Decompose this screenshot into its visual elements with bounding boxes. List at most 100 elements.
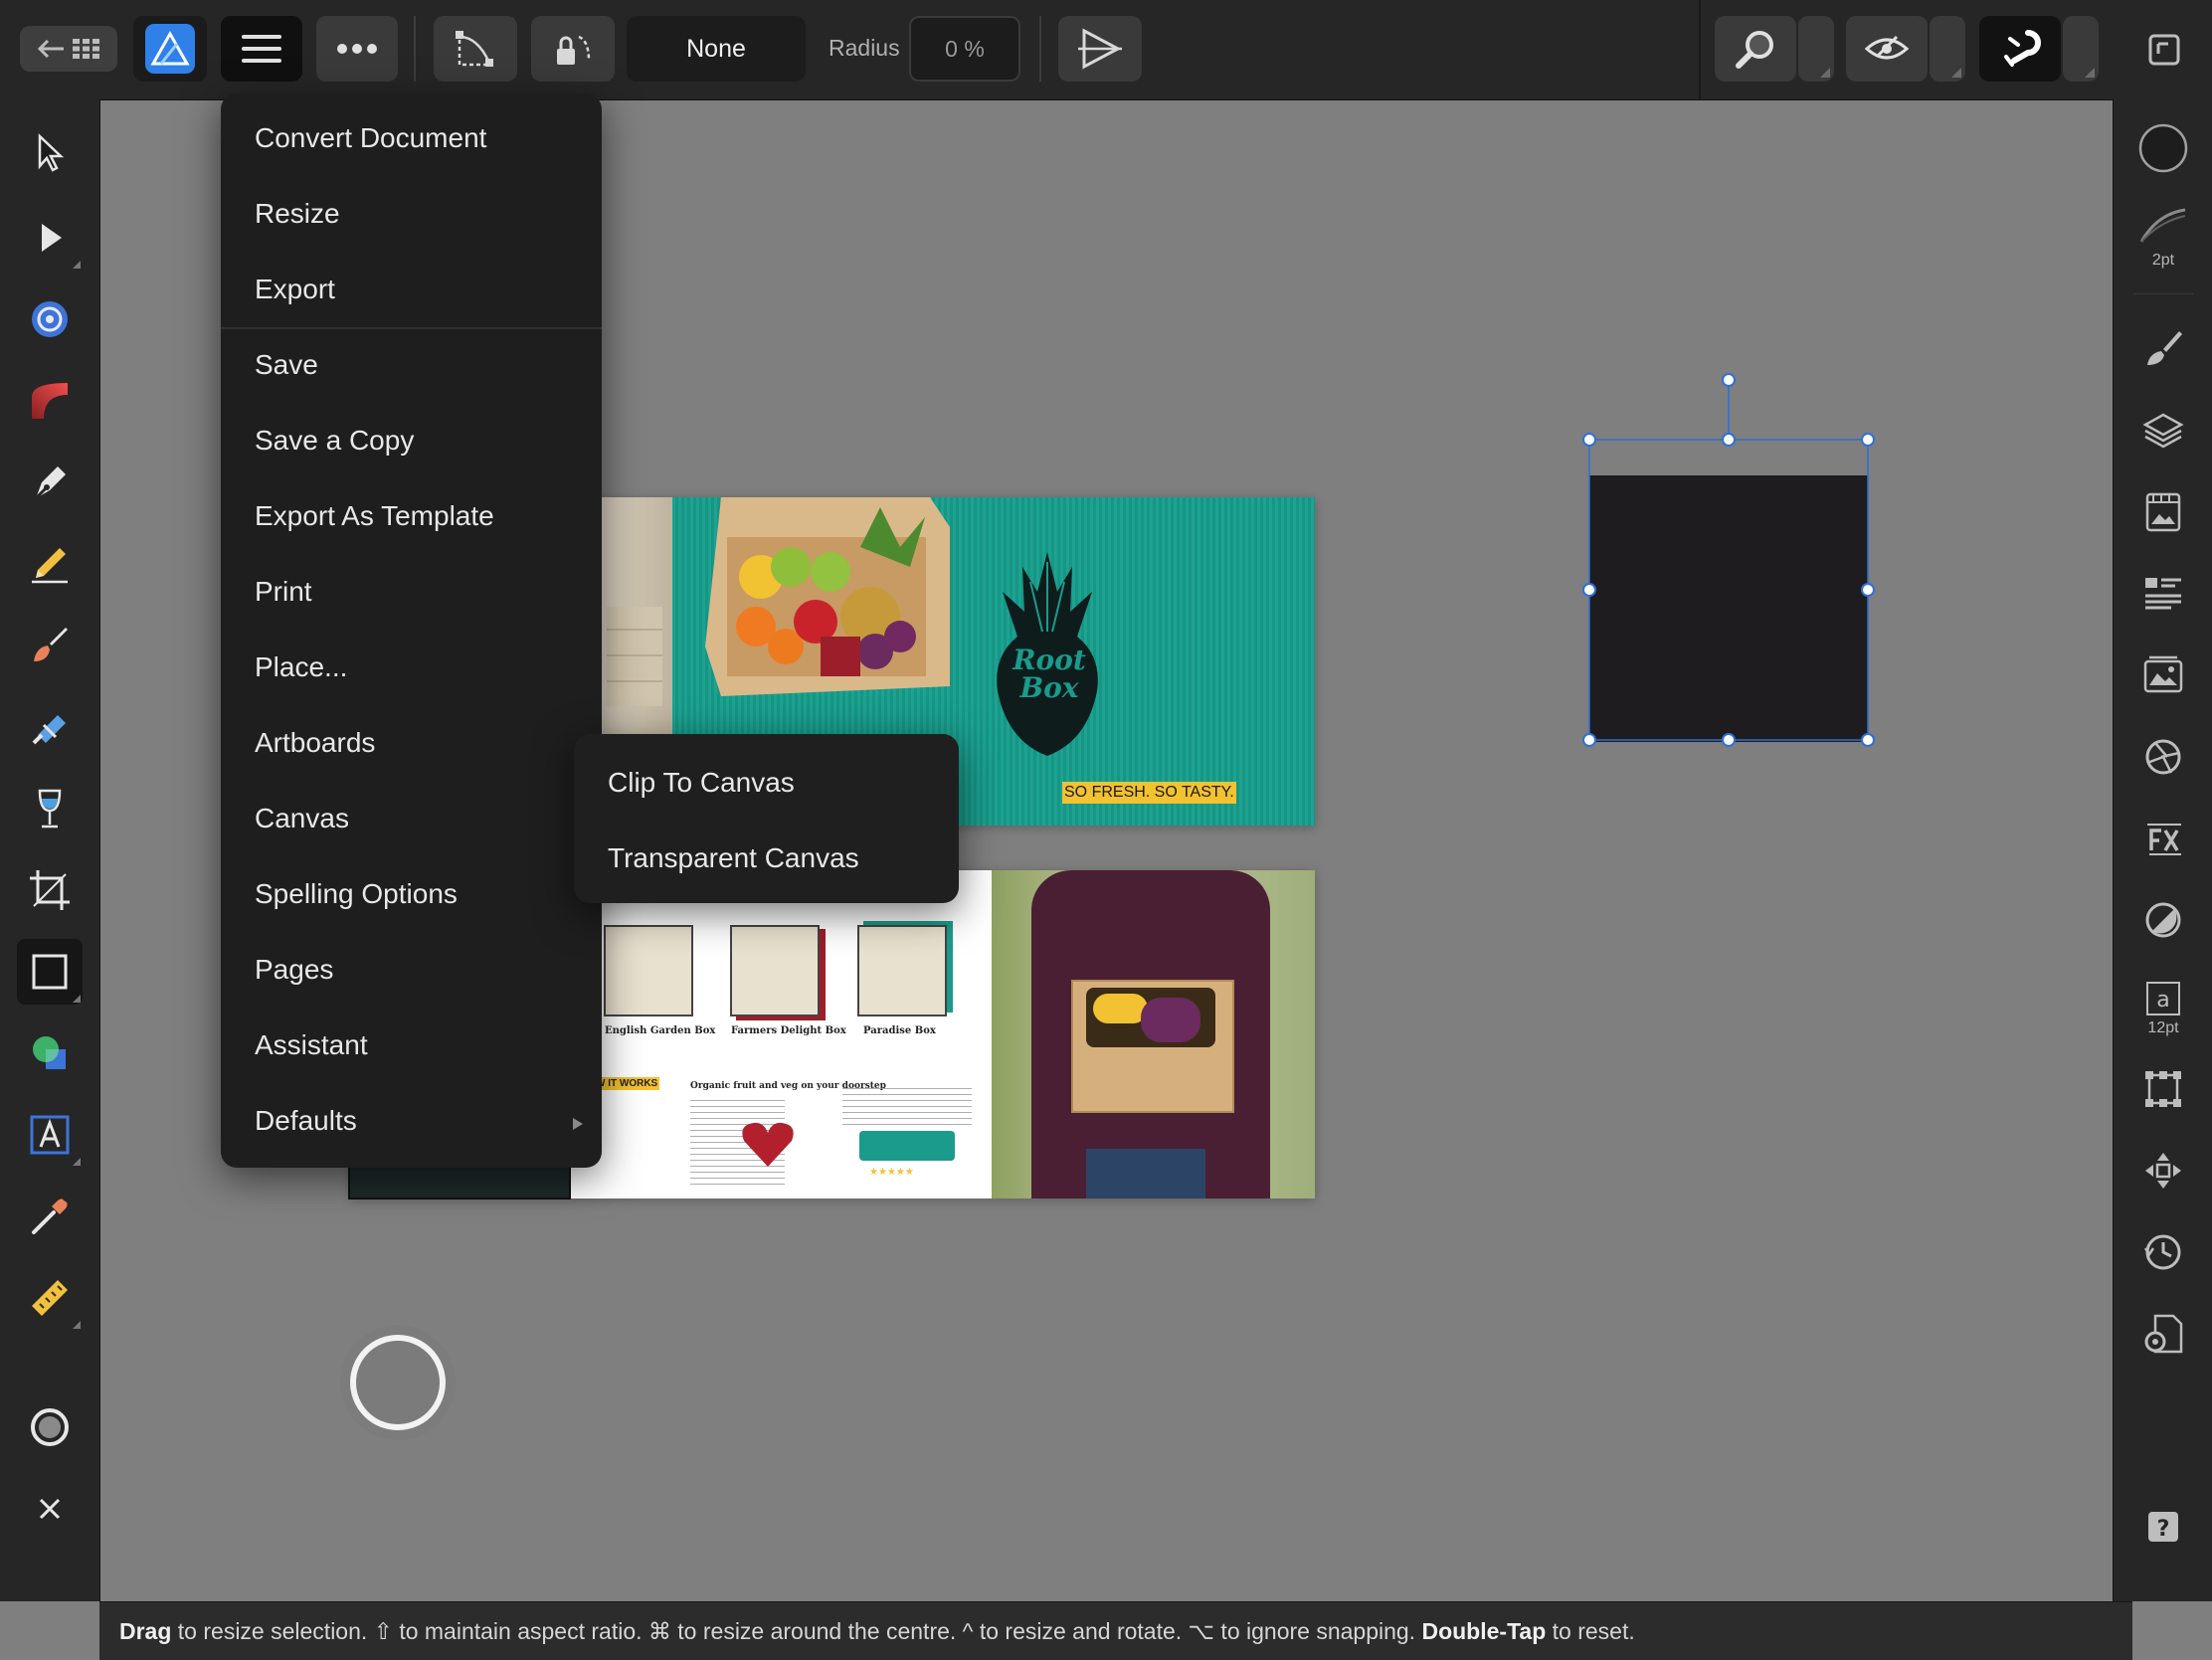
brushes-panel-button[interactable] bbox=[2130, 316, 2196, 382]
canvas-submenu: Clip To Canvas Transparent Canvas bbox=[574, 734, 959, 903]
pencil-tool[interactable] bbox=[17, 531, 83, 597]
node-arrow-icon bbox=[42, 224, 62, 252]
effects-panel-button[interactable] bbox=[2130, 806, 2196, 871]
radius-input[interactable]: 0 % bbox=[909, 16, 1020, 82]
text-styles-panel-button[interactable] bbox=[2130, 561, 2196, 627]
measure-tool[interactable] bbox=[17, 1265, 83, 1331]
back-to-documents-button[interactable] bbox=[20, 26, 117, 72]
document-settings-button[interactable] bbox=[2130, 1301, 2196, 1367]
menu-item-save-a-copy[interactable]: Save a Copy bbox=[255, 425, 414, 457]
rectangle-icon bbox=[32, 954, 68, 990]
target-icon bbox=[32, 301, 68, 337]
submenu-item-transparent-canvas[interactable]: Transparent Canvas bbox=[608, 842, 859, 874]
paint-roller-icon bbox=[32, 715, 66, 745]
triangle-path-icon bbox=[1078, 28, 1122, 70]
app-persona-button[interactable] bbox=[133, 16, 207, 82]
wine-glass-icon bbox=[38, 789, 62, 829]
modifier-button[interactable] bbox=[340, 1325, 456, 1440]
corner-type-value: None bbox=[686, 34, 746, 63]
more-options-button[interactable] bbox=[316, 16, 398, 82]
fill-tool[interactable] bbox=[17, 694, 83, 760]
menu-item-save[interactable]: Save bbox=[255, 349, 318, 381]
menu-item-place[interactable]: Place... bbox=[255, 651, 347, 683]
curves-icon bbox=[456, 31, 493, 67]
send-to-back-button[interactable] bbox=[1058, 16, 1142, 82]
fill-color-well[interactable] bbox=[2130, 115, 2196, 181]
top-toolbar: None Radius 0 % bbox=[0, 0, 2212, 100]
character-a-icon: a bbox=[2146, 981, 2180, 1015]
rectangle-tool[interactable] bbox=[17, 939, 83, 1005]
menu-item-artboards[interactable]: Artboards bbox=[255, 727, 375, 759]
menu-item-export-as-template[interactable]: Export As Template bbox=[255, 500, 494, 532]
menu-item-canvas[interactable]: Canvas bbox=[255, 803, 349, 834]
font-size-label: 12pt bbox=[2147, 1018, 2179, 1036]
history-panel-button[interactable] bbox=[2130, 1219, 2196, 1285]
box-name-2: Farmers Delight Box bbox=[731, 1025, 846, 1036]
view-mode-options[interactable] bbox=[1930, 16, 1965, 82]
help-button[interactable]: ? bbox=[2130, 1494, 2196, 1560]
menu-item-convert-document[interactable]: Convert Document bbox=[255, 122, 486, 154]
stroke-width-control[interactable]: 2pt bbox=[2130, 193, 2196, 282]
layers-panel-button[interactable] bbox=[2130, 398, 2196, 463]
view-tools-options[interactable] bbox=[1798, 16, 1834, 82]
gradient-icon bbox=[32, 383, 68, 419]
selection-box[interactable] bbox=[1577, 368, 1880, 752]
artistic-text-tool[interactable] bbox=[17, 1102, 83, 1168]
move-tool[interactable] bbox=[17, 119, 83, 185]
radius-value: 0 % bbox=[945, 35, 985, 62]
pen-tool[interactable] bbox=[17, 450, 83, 515]
layers-icon bbox=[2142, 413, 2184, 449]
convert-to-curves-button[interactable] bbox=[434, 16, 517, 82]
rating-stars: ★★★★★ bbox=[869, 1167, 914, 1178]
snapping-button[interactable] bbox=[1979, 16, 2061, 82]
close-tools-button[interactable] bbox=[17, 1476, 83, 1542]
heart-image bbox=[742, 1122, 794, 1167]
node-tool[interactable] bbox=[17, 205, 83, 271]
adjustments-panel-button[interactable] bbox=[2130, 887, 2196, 953]
fullscreen-button[interactable] bbox=[2144, 30, 2184, 70]
menu-item-assistant[interactable]: Assistant bbox=[255, 1029, 368, 1061]
stock-panel-button[interactable] bbox=[2130, 479, 2196, 545]
menu-item-defaults[interactable]: Defaults bbox=[255, 1105, 357, 1137]
tools-panel bbox=[0, 99, 100, 1601]
eyedropper-icon bbox=[32, 1199, 68, 1234]
color-picker-tool[interactable] bbox=[17, 1184, 83, 1249]
menu-item-print[interactable]: Print bbox=[255, 576, 312, 608]
stroke-width-label: 2pt bbox=[2151, 252, 2175, 269]
submenu-item-clip-to-canvas[interactable]: Clip To Canvas bbox=[608, 767, 795, 799]
menu-item-resize[interactable]: Resize bbox=[255, 198, 340, 230]
box-thumb bbox=[857, 925, 947, 1016]
view-tools-button[interactable] bbox=[1715, 16, 1796, 82]
text-frame-icon bbox=[30, 1115, 70, 1155]
text-styles-icon bbox=[2145, 578, 2181, 610]
box-name-1: English Garden Box bbox=[605, 1025, 716, 1036]
gradient-tool[interactable] bbox=[17, 368, 83, 434]
back-arrow-icon bbox=[37, 39, 64, 59]
assets-panel-button[interactable] bbox=[2130, 643, 2196, 708]
view-mode-button[interactable] bbox=[1846, 16, 1928, 82]
transparency-tool[interactable] bbox=[17, 776, 83, 841]
color-circle-icon bbox=[31, 1408, 69, 1446]
person-photo bbox=[992, 870, 1315, 1199]
transform-panel-button[interactable] bbox=[2130, 1056, 2196, 1122]
snapping-options[interactable] bbox=[2063, 16, 2099, 82]
crop-tool[interactable] bbox=[17, 857, 83, 923]
menu-item-export[interactable]: Export bbox=[255, 274, 335, 305]
appearance-panel-button[interactable] bbox=[2130, 724, 2196, 790]
document-menu-button[interactable] bbox=[221, 16, 302, 82]
navigator-panel-button[interactable] bbox=[2130, 1138, 2196, 1203]
menu-item-pages[interactable]: Pages bbox=[255, 954, 333, 986]
menu-item-spelling-options[interactable]: Spelling Options bbox=[255, 878, 458, 910]
character-panel-button[interactable]: a 12pt bbox=[2130, 969, 2196, 1048]
shape-builder-tool[interactable] bbox=[17, 1020, 83, 1086]
corner-type-dropdown[interactable]: None bbox=[627, 16, 806, 82]
document-gear-icon bbox=[2144, 1314, 2183, 1354]
lock-corner-button[interactable] bbox=[531, 16, 615, 82]
status-text-2: to reset. bbox=[1546, 1617, 1635, 1644]
vector-brush-tool[interactable] bbox=[17, 613, 83, 678]
fill-circle-icon bbox=[2138, 123, 2188, 173]
color-well[interactable] bbox=[17, 1394, 83, 1460]
corner-tool[interactable] bbox=[17, 286, 83, 352]
affinity-designer-logo-icon bbox=[145, 24, 195, 74]
pencil-icon bbox=[32, 548, 68, 584]
